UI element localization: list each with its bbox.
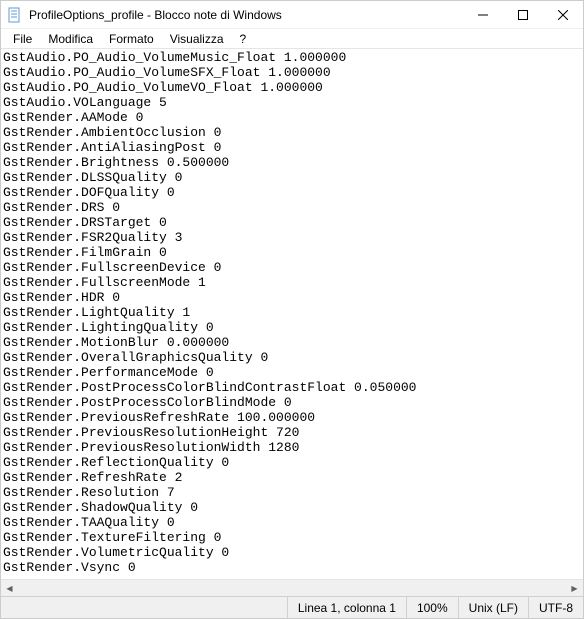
- menu-format[interactable]: Formato: [101, 30, 162, 48]
- window-title: ProfileOptions_profile - Blocco note di …: [29, 8, 463, 22]
- text-line: GstRender.HDR 0: [3, 290, 581, 305]
- text-line: GstRender.LightingQuality 0: [3, 320, 581, 335]
- text-line: GstRender.PreviousResolutionWidth 1280: [3, 440, 581, 455]
- titlebar: ProfileOptions_profile - Blocco note di …: [1, 1, 583, 29]
- text-editor-area[interactable]: GstAudio.PO_Audio_VolumeMusic_Float 1.00…: [1, 49, 583, 579]
- text-line: GstRender.AmbientOcclusion 0: [3, 125, 581, 140]
- text-line: GstRender.Resolution 7: [3, 485, 581, 500]
- text-line: GstRender.TextureFiltering 0: [3, 530, 581, 545]
- text-line: GstRender.DOFQuality 0: [3, 185, 581, 200]
- status-line-ending: Unix (LF): [458, 597, 528, 618]
- notepad-icon: [7, 7, 23, 23]
- text-line: GstRender.RefreshRate 2: [3, 470, 581, 485]
- text-line: GstRender.TAAQuality 0: [3, 515, 581, 530]
- text-line: GstRender.AntiAliasingPost 0: [3, 140, 581, 155]
- text-line: GstRender.VolumetricQuality 0: [3, 545, 581, 560]
- window-controls: [463, 1, 583, 28]
- menubar: File Modifica Formato Visualizza ?: [1, 29, 583, 49]
- menu-edit[interactable]: Modifica: [40, 30, 101, 48]
- status-encoding: UTF-8: [528, 597, 583, 618]
- scroll-right-icon[interactable]: ▶: [566, 580, 583, 597]
- text-line: GstRender.Brightness 0.500000: [3, 155, 581, 170]
- text-line: GstRender.FSR2Quality 3: [3, 230, 581, 245]
- status-position: Linea 1, colonna 1: [287, 597, 406, 618]
- horizontal-scrollbar[interactable]: ◀ ▶: [1, 579, 583, 596]
- close-button[interactable]: [543, 1, 583, 28]
- maximize-button[interactable]: [503, 1, 543, 28]
- scroll-left-icon[interactable]: ◀: [1, 580, 18, 597]
- text-line: GstRender.MotionBlur 0.000000: [3, 335, 581, 350]
- scroll-track[interactable]: [18, 580, 566, 596]
- text-line: GstRender.PreviousRefreshRate 100.000000: [3, 410, 581, 425]
- text-line: GstAudio.PO_Audio_VolumeVO_Float 1.00000…: [3, 80, 581, 95]
- text-line: GstRender.DRSTarget 0: [3, 215, 581, 230]
- text-line: GstRender.DLSSQuality 0: [3, 170, 581, 185]
- text-line: GstRender.FullscreenMode 1: [3, 275, 581, 290]
- status-zoom: 100%: [406, 597, 458, 618]
- text-line: GstRender.PreviousResolutionHeight 720: [3, 425, 581, 440]
- statusbar: Linea 1, colonna 1 100% Unix (LF) UTF-8: [1, 596, 583, 618]
- text-line: GstRender.ReflectionQuality 0: [3, 455, 581, 470]
- text-line: GstAudio.VOLanguage 5: [3, 95, 581, 110]
- menu-view[interactable]: Visualizza: [162, 30, 232, 48]
- text-line: GstAudio.PO_Audio_VolumeMusic_Float 1.00…: [3, 50, 581, 65]
- text-line: GstRender.PerformanceMode 0: [3, 365, 581, 380]
- text-line: GstRender.ShadowQuality 0: [3, 500, 581, 515]
- text-line: GstRender.FilmGrain 0: [3, 245, 581, 260]
- text-line: GstAudio.PO_Audio_VolumeSFX_Float 1.0000…: [3, 65, 581, 80]
- text-line: GstRender.DRS 0: [3, 200, 581, 215]
- text-line: GstRender.PostProcessColorBlindContrastF…: [3, 380, 581, 395]
- menu-file[interactable]: File: [5, 30, 40, 48]
- text-line: GstRender.AAMode 0: [3, 110, 581, 125]
- text-line: GstRender.FullscreenDevice 0: [3, 260, 581, 275]
- menu-help[interactable]: ?: [232, 30, 255, 48]
- text-line: GstRender.LightQuality 1: [3, 305, 581, 320]
- text-line: GstRender.PostProcessColorBlindMode 0: [3, 395, 581, 410]
- minimize-button[interactable]: [463, 1, 503, 28]
- text-line: GstRender.Vsync 0: [3, 560, 581, 575]
- text-line: GstRender.OverallGraphicsQuality 0: [3, 350, 581, 365]
